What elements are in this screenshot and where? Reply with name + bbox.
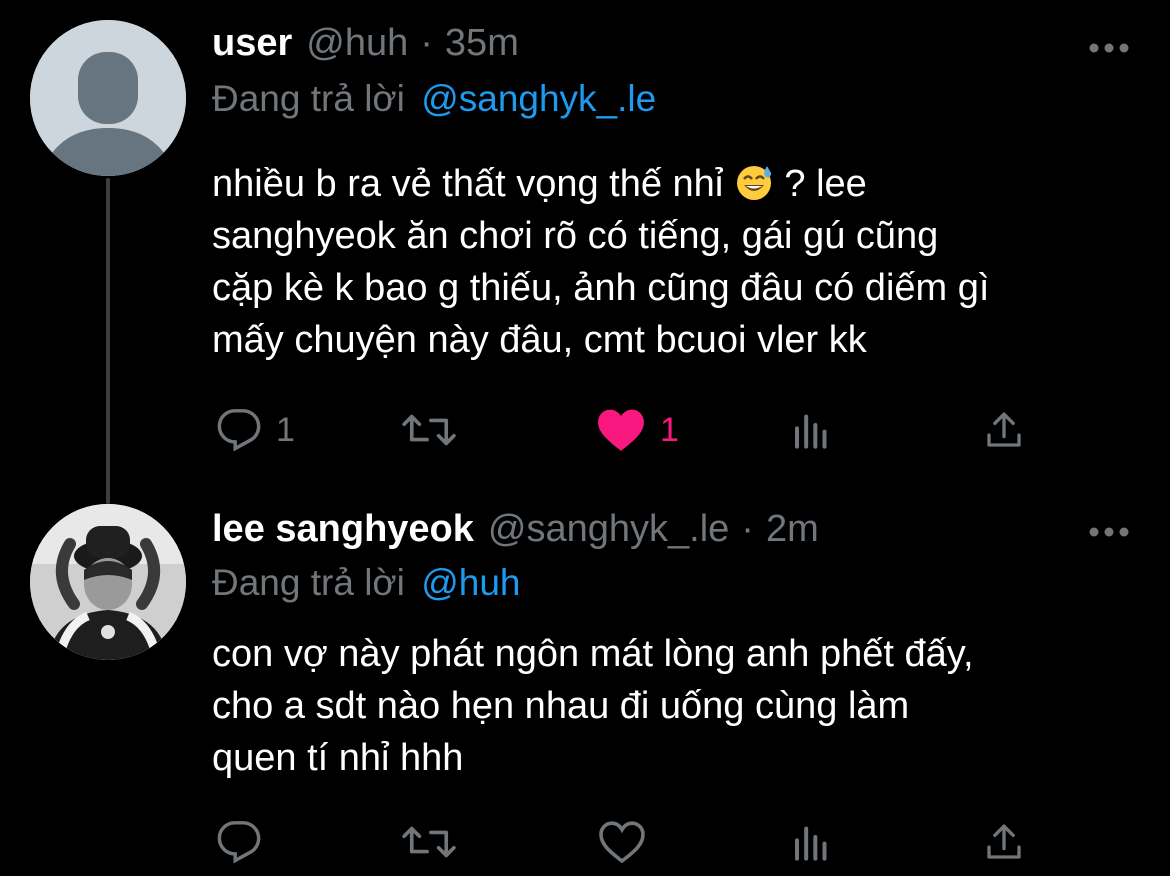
tweet1-actions: 1 1 xyxy=(212,400,1042,460)
replying-label: Đang trả lời xyxy=(212,562,405,603)
tweet2-retweet-button[interactable] xyxy=(400,812,458,872)
thread-connector xyxy=(106,178,110,504)
tweet2-separator: · xyxy=(741,508,754,550)
tweet1-replying-to: Đang trả lời @sanghyk_.le xyxy=(212,78,656,120)
tweet1-reply-button[interactable]: 1 xyxy=(216,400,295,460)
replying-label: Đang trả lời xyxy=(212,78,405,119)
tweet1-analytics-button[interactable] xyxy=(792,400,832,460)
tweet2-text: con vợ này phát ngôn mát lòng anh phết đ… xyxy=(212,633,974,779)
default-avatar-icon xyxy=(30,20,186,176)
analytics-icon xyxy=(795,414,827,449)
retweet-icon xyxy=(402,826,456,858)
tweet1-text: nhiều b ra vẻ thất vọng thế nhỉ ? lee sa… xyxy=(212,158,1132,366)
avatar-user[interactable] xyxy=(30,20,186,176)
tweet1-display-name[interactable]: user xyxy=(212,22,292,65)
tweet2-share-button[interactable] xyxy=(984,812,1024,872)
reply-icon xyxy=(217,821,261,864)
like-filled-icon xyxy=(598,409,644,451)
tweet2-actions xyxy=(212,812,1042,872)
tweet1-share-button[interactable] xyxy=(984,400,1024,460)
tweet2-reply-button[interactable] xyxy=(216,812,276,872)
reply-mention-link[interactable]: @sanghyk_.le xyxy=(421,78,656,119)
like-icon xyxy=(599,821,645,864)
tweet1-handle[interactable]: @huh xyxy=(306,22,408,65)
share-icon xyxy=(987,824,1021,859)
tweet1-like-button[interactable]: 1 xyxy=(596,400,679,460)
tweet1-more-button[interactable] xyxy=(1088,38,1130,58)
tweet1-text-part1: nhiều b ra vẻ thất vọng thế nhỉ xyxy=(212,163,734,205)
share-icon xyxy=(987,412,1021,447)
tweet2-like-button[interactable] xyxy=(598,812,660,872)
tweet2-header: lee sanghyeok @sanghyk_.le · 2m xyxy=(212,508,819,551)
analytics-icon xyxy=(795,826,827,861)
tweet1-like-count: 1 xyxy=(660,410,679,449)
avatar-lee-sanghyeok[interactable] xyxy=(30,504,186,660)
tweet2-analytics-button[interactable] xyxy=(792,812,832,872)
tweet1-retweet-button[interactable] xyxy=(400,400,458,460)
tweet2-replying-to: Đang trả lời @huh xyxy=(212,562,520,604)
tweet2-display-name[interactable]: lee sanghyeok xyxy=(212,508,474,551)
tweet1-separator: · xyxy=(420,22,433,64)
tweet2-handle[interactable]: @sanghyk_.le xyxy=(488,508,729,551)
retweet-icon xyxy=(402,414,456,446)
tweet2-more-button[interactable] xyxy=(1088,522,1130,542)
tweet1-reply-count: 1 xyxy=(276,410,295,449)
profile-photo-icon xyxy=(30,504,186,660)
reply-icon xyxy=(217,409,261,452)
reply-mention-link[interactable]: @huh xyxy=(421,562,520,603)
more-icon xyxy=(1089,43,1129,53)
more-icon xyxy=(1089,527,1129,537)
tweet1-header: user @huh · 35m xyxy=(212,22,519,65)
sweat-smile-emoji-icon xyxy=(734,162,774,202)
tweet1-timestamp[interactable]: 35m xyxy=(445,22,519,65)
tweet2-timestamp[interactable]: 2m xyxy=(766,508,819,551)
